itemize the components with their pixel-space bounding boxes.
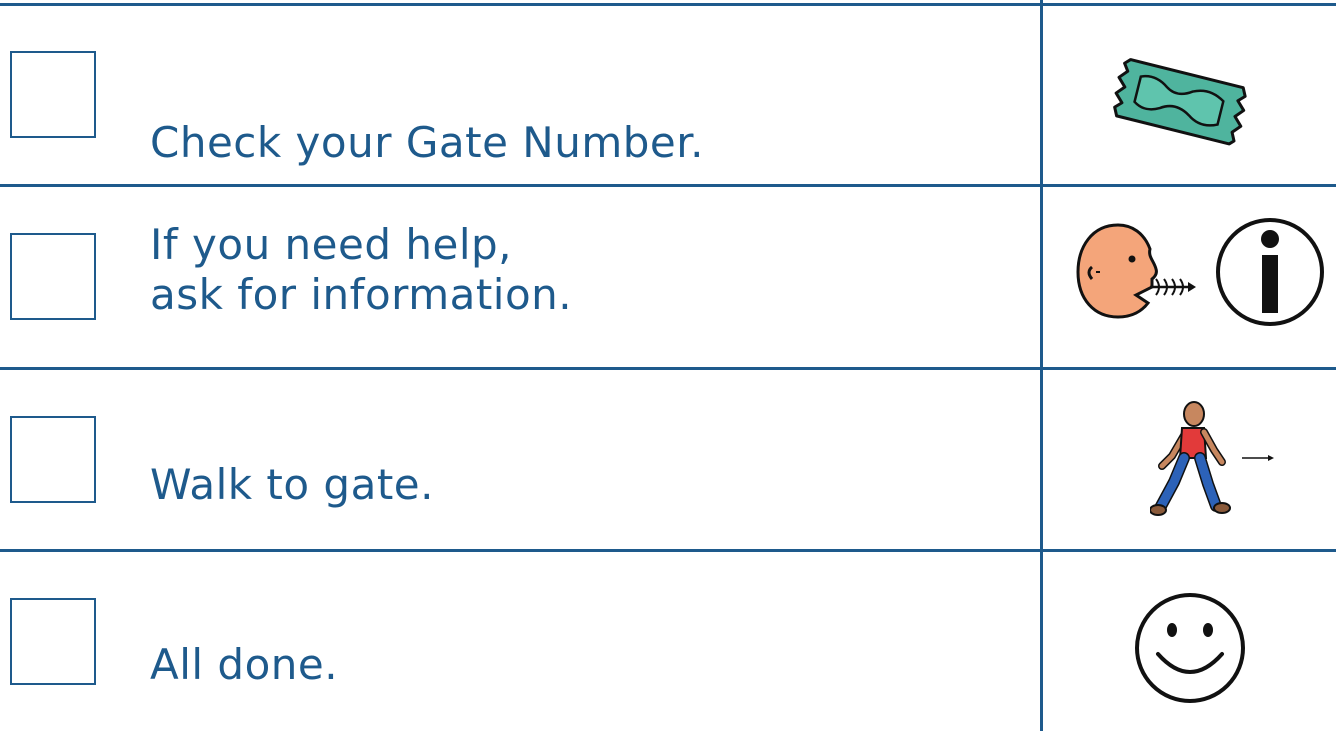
walking-person-icon: [1149, 400, 1280, 524]
checkbox[interactable]: [10, 598, 96, 685]
checklist-item-walk-gate: Walk to gate.: [0, 370, 1336, 549]
smiley-face-icon: [1132, 590, 1248, 710]
ask-information-icon: [1072, 217, 1336, 336]
checkbox[interactable]: [10, 51, 96, 138]
checkbox[interactable]: [10, 416, 96, 503]
item-label: Walk to gate.: [150, 460, 434, 509]
checklist-item-gate-number: Check your Gate Number.: [0, 0, 1336, 184]
item-label: Check your Gate Number.: [150, 118, 704, 167]
checklist-item-ask-info: If you need help, ask for information.: [0, 187, 1336, 367]
checklist-item-all-done: All done.: [0, 552, 1336, 731]
item-label: All done.: [150, 640, 339, 689]
item-label: If you need help, ask for information.: [150, 220, 573, 319]
checkbox[interactable]: [10, 233, 96, 320]
ticket-icon: [1110, 52, 1260, 156]
